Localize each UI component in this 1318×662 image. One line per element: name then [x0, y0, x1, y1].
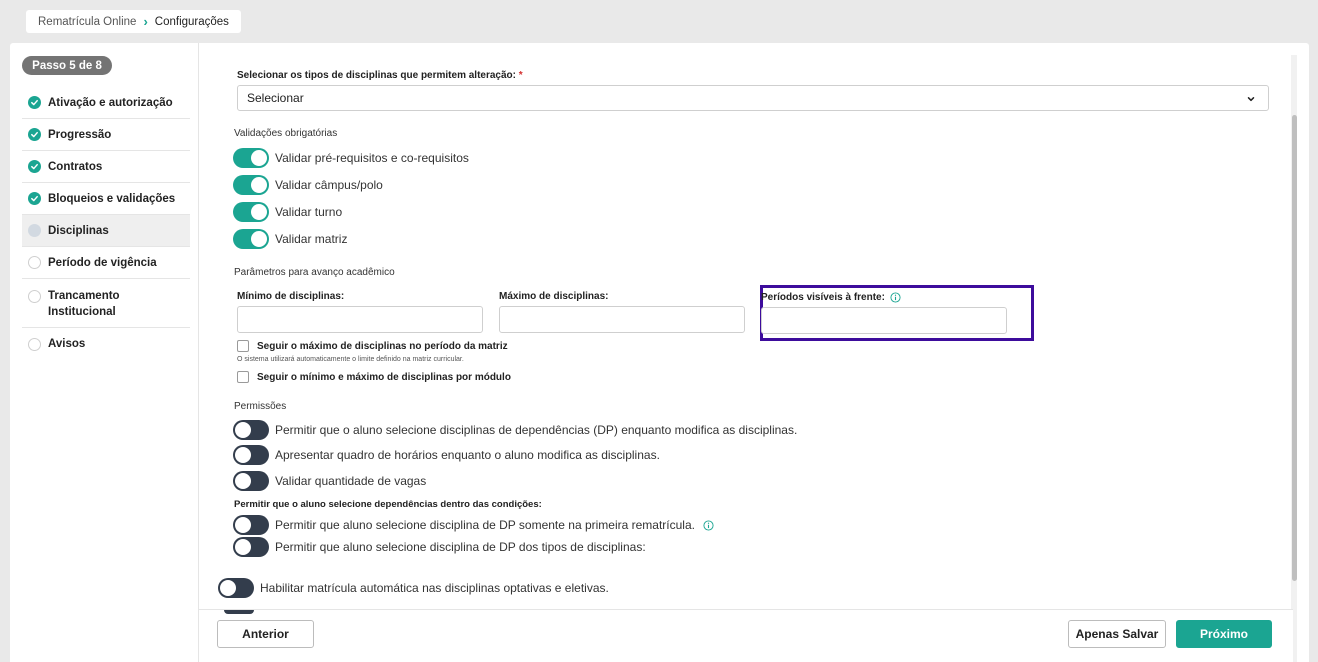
step-badge: Passo 5 de 8	[22, 56, 112, 75]
tipos-disciplinas-select[interactable]: Selecionar	[237, 85, 1269, 111]
toggle-label: Permitir que aluno selecione disciplina …	[275, 540, 646, 554]
breadcrumb: Rematrícula Online › Configurações	[26, 10, 241, 33]
tipos-disciplinas-label: Selecionar os tipos de disciplinas que p…	[237, 70, 523, 81]
check-row-modulo: Seguir o mínimo e máximo de disciplinas …	[237, 371, 511, 383]
permissoes-title: Permissões	[234, 401, 287, 412]
toggle-row-turno: Validar turno	[233, 202, 342, 222]
dependencias-title: Permitir que o aluno selecione dependênc…	[234, 499, 542, 510]
toggle-switch[interactable]	[233, 175, 269, 195]
toggle-switch[interactable]	[233, 202, 269, 222]
pending-step-icon	[28, 337, 41, 351]
check-circle-icon	[28, 128, 41, 141]
step-item-avisos[interactable]: Avisos	[22, 328, 190, 360]
validacoes-title: Validações obrigatórias	[234, 128, 338, 139]
toggle-label: Apresentar quadro de horários enquanto o…	[275, 448, 660, 462]
toggle-switch[interactable]	[233, 471, 269, 491]
step-label: Ativação e autorização	[48, 96, 173, 109]
proximo-button[interactable]: Próximo	[1176, 620, 1272, 648]
toggle-label: Validar pré-requisitos e co-requisitos	[275, 151, 469, 165]
toggle-label: Permitir que aluno selecione disciplina …	[275, 518, 695, 532]
step-item-progressao[interactable]: Progressão	[22, 119, 190, 151]
maximo-periodo-hint: O sistema utilizará automaticamente o li…	[237, 356, 464, 363]
toggle-label: Validar turno	[275, 205, 343, 219]
maximo-periodo-checkbox[interactable]	[237, 340, 249, 352]
pending-step-icon	[28, 290, 41, 303]
toggle-switch[interactable]	[233, 515, 269, 535]
toggle-row-dependencias-dp: Permitir que o aluno selecione disciplin…	[233, 420, 797, 440]
toggle-switch[interactable]	[218, 578, 254, 598]
maximo-label: Máximo de disciplinas:	[499, 291, 609, 302]
step-label: Bloqueios e validações	[48, 192, 176, 205]
toggle-switch[interactable]	[233, 537, 269, 557]
modulo-checkbox[interactable]	[237, 371, 249, 383]
required-marker: *	[518, 70, 523, 81]
toggle-switch[interactable]	[233, 229, 269, 249]
toggle-row-optativas: Habilitar matrícula automática nas disci…	[218, 578, 609, 598]
check-circle-icon	[28, 96, 41, 109]
toggle-label: Validar câmpus/polo	[275, 178, 383, 192]
check-row-maximo-periodo: Seguir o máximo de disciplinas no períod…	[237, 340, 508, 352]
info-icon[interactable]	[703, 519, 714, 531]
toggle-switch[interactable]	[233, 445, 269, 465]
toggle-row-vagas: Validar quantidade de vagas	[233, 471, 426, 491]
toggle-switch[interactable]	[233, 420, 269, 440]
breadcrumb-root[interactable]: Rematrícula Online	[38, 16, 136, 28]
step-label: Progressão	[48, 128, 112, 141]
minimo-input[interactable]	[237, 306, 483, 333]
step-item-trancamento[interactable]: Trancamento Institucional	[22, 279, 190, 328]
toggle-label: Permitir que o aluno selecione disciplin…	[275, 423, 798, 437]
step-label: Contratos	[48, 160, 103, 173]
step-item-disciplinas[interactable]: Disciplinas	[22, 215, 190, 247]
disciplinas-form: Selecionar os tipos de disciplinas que p…	[198, 43, 1293, 609]
chevron-down-icon	[1246, 93, 1256, 107]
step-item-periodo-vigencia[interactable]: Período de vigência	[22, 247, 190, 279]
form-footer: Anterior Apenas Salvar Próximo	[198, 609, 1293, 662]
steps-sidebar: Passo 5 de 8 Ativação e autorização Prog…	[10, 43, 198, 662]
toggle-row-dp-primeira: Permitir que aluno selecione disciplina …	[233, 515, 714, 535]
pending-step-icon	[28, 256, 41, 269]
cut-off-toggle	[224, 610, 254, 614]
toggle-row-matriz: Validar matriz	[233, 229, 347, 249]
toggle-label: Habilitar matrícula automática nas disci…	[260, 581, 609, 595]
toggle-label: Validar quantidade de vagas	[275, 474, 427, 488]
current-step-icon	[28, 224, 41, 237]
step-item-bloqueios[interactable]: Bloqueios e validações	[22, 183, 190, 215]
breadcrumb-current: Configurações	[154, 15, 229, 28]
anterior-button[interactable]: Anterior	[217, 620, 314, 648]
checkbox-label: Seguir o máximo de disciplinas no períod…	[257, 340, 508, 352]
check-circle-icon	[28, 192, 41, 205]
periodos-label: Períodos visíveis à frente:	[761, 292, 901, 303]
minimo-label: Mínimo de disciplinas:	[237, 291, 345, 302]
info-icon[interactable]	[890, 292, 901, 303]
parametros-title: Parâmetros para avanço acadêmico	[234, 267, 395, 278]
toggle-label: Validar matriz	[275, 232, 348, 246]
chevron-right-icon: ›	[143, 14, 148, 29]
toggle-row-quadro-horarios: Apresentar quadro de horários enquanto o…	[233, 445, 660, 465]
toggle-row-pre-requisitos: Validar pré-requisitos e co-requisitos	[233, 148, 469, 168]
step-label: Avisos	[48, 338, 86, 350]
periodos-input[interactable]	[761, 307, 1007, 334]
step-label: Trancamento Institucional	[48, 290, 120, 318]
toggle-switch[interactable]	[233, 148, 269, 168]
steps-list: Ativação e autorização Progressão Contra…	[22, 87, 190, 360]
maximo-input[interactable]	[499, 306, 745, 333]
step-item-ativacao[interactable]: Ativação e autorização	[22, 87, 190, 119]
settings-card: Passo 5 de 8 Ativação e autorização Prog…	[10, 43, 1309, 662]
step-label: Disciplinas	[48, 224, 109, 237]
toggle-row-campus: Validar câmpus/polo	[233, 175, 383, 195]
step-item-contratos[interactable]: Contratos	[22, 151, 190, 183]
step-label: Período de vigência	[48, 256, 157, 269]
checkbox-label: Seguir o mínimo e máximo de disciplinas …	[257, 371, 511, 383]
apenas-salvar-button[interactable]: Apenas Salvar	[1068, 620, 1166, 648]
select-value: Selecionar	[247, 91, 304, 105]
check-circle-icon	[28, 160, 41, 173]
toggle-row-dp-tipos: Permitir que aluno selecione disciplina …	[233, 537, 646, 557]
scrollbar-thumb[interactable]	[1292, 115, 1297, 581]
